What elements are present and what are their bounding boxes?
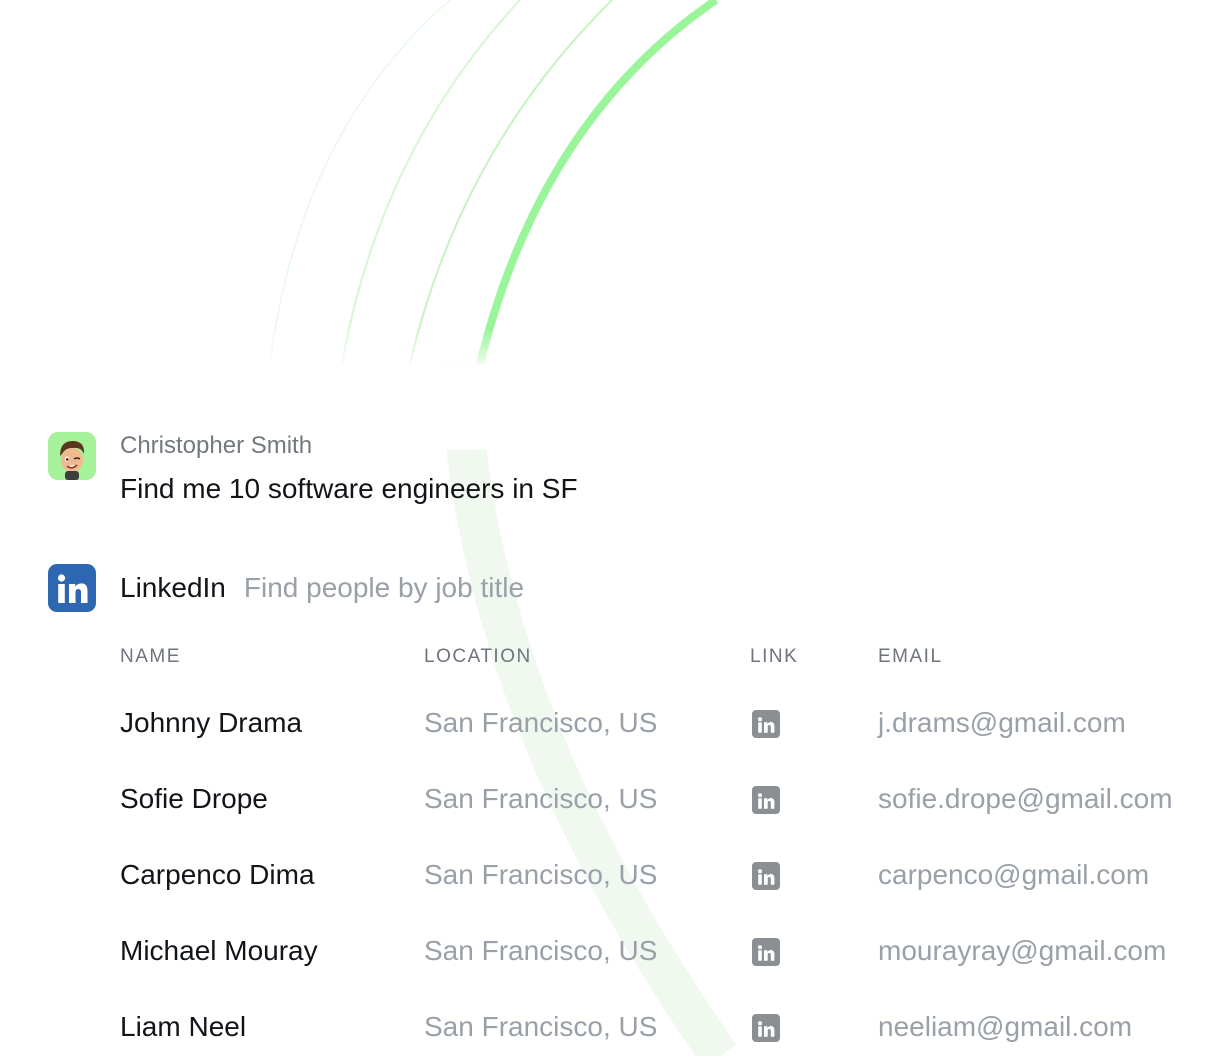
arc-outer xyxy=(269,0,451,365)
cell-location: San Francisco, US xyxy=(424,707,658,738)
cell-location: San Francisco, US xyxy=(424,859,658,890)
linkedin-icon xyxy=(48,564,96,612)
table-row: Michael Mouray San Francisco, US mourayr… xyxy=(0,931,1232,971)
cell-email[interactable]: carpenco@gmail.com xyxy=(878,855,1149,895)
table-row: Johnny Drama San Francisco, US j.drams@g… xyxy=(0,703,1232,743)
cell-location: San Francisco, US xyxy=(424,1011,658,1042)
cell-location: San Francisco, US xyxy=(424,783,658,814)
cell-email[interactable]: neeliam@gmail.com xyxy=(878,1007,1132,1047)
cell-email[interactable]: sofie.drope@gmail.com xyxy=(878,779,1173,819)
linkedin-icon[interactable] xyxy=(752,786,780,814)
cell-name: Michael Mouray xyxy=(120,935,318,966)
linkedin-icon[interactable] xyxy=(752,938,780,966)
linkedin-icon[interactable] xyxy=(752,862,780,890)
arc-accent xyxy=(476,0,719,365)
avatar xyxy=(48,432,96,480)
tool-description: Find people by job title xyxy=(243,572,525,603)
linkedin-icon[interactable] xyxy=(752,710,780,738)
decorative-arcs xyxy=(269,0,737,1056)
column-header-location: LOCATION xyxy=(424,646,532,667)
cell-location: San Francisco, US xyxy=(424,935,658,966)
arc-inner xyxy=(409,0,613,365)
cell-name: Carpenco Dima xyxy=(120,859,315,890)
memoji-avatar-icon xyxy=(60,440,85,480)
cell-name: Liam Neel xyxy=(120,1011,247,1042)
message-author: Christopher Smith xyxy=(120,432,313,459)
message-text: Find me 10 software engineers in SF xyxy=(120,473,578,504)
column-header-link: LINK xyxy=(750,646,799,667)
linkedin-icon[interactable] xyxy=(752,1014,780,1042)
tool-header: LinkedIn Find people by job title xyxy=(120,570,524,606)
table-row: Carpenco Dima San Francisco, US carpenco… xyxy=(0,855,1232,895)
page: Christopher Smith Find me 10 software en… xyxy=(0,0,1232,1056)
table-row: Sofie Drope San Francisco, US sofie.drop… xyxy=(0,779,1232,819)
cell-email[interactable]: mourayray@gmail.com xyxy=(878,931,1166,971)
cell-name: Johnny Drama xyxy=(120,707,303,738)
column-header-email: EMAIL xyxy=(878,646,943,667)
table-row: Liam Neel San Francisco, US neeliam@gmai… xyxy=(0,1007,1232,1047)
cell-email[interactable]: j.drams@gmail.com xyxy=(878,703,1126,743)
column-header-name: NAME xyxy=(120,646,181,667)
tool-name: LinkedIn xyxy=(120,572,226,603)
cell-name: Sofie Drope xyxy=(120,783,268,814)
